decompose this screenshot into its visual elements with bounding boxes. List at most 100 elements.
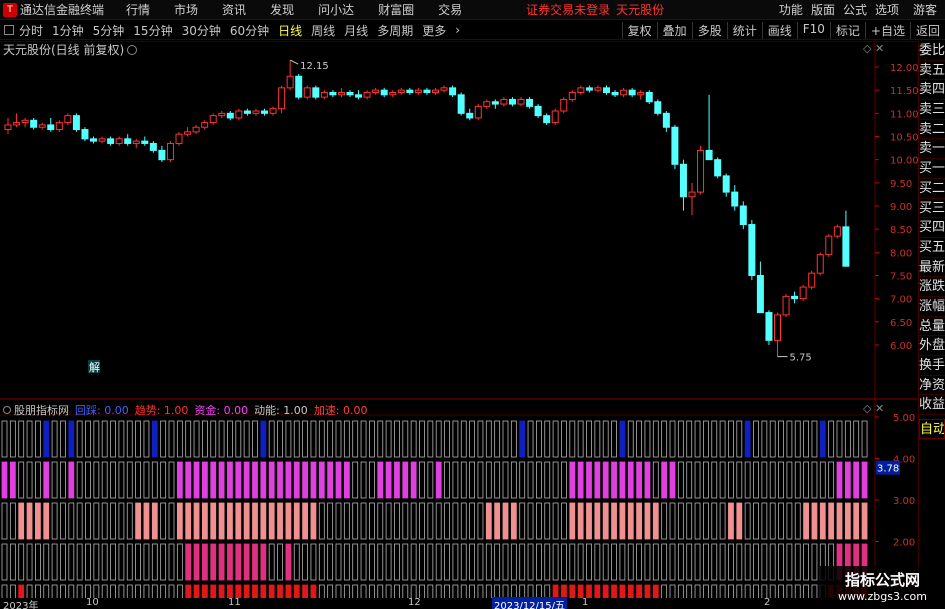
indicator-bar — [527, 502, 534, 540]
menu-faxian[interactable]: 发现 — [270, 1, 294, 18]
f10-button[interactable]: F10 — [796, 21, 830, 39]
period-15min[interactable]: 15分钟 — [133, 22, 172, 39]
indicator-bar — [210, 502, 217, 540]
indicator-bar — [410, 461, 417, 499]
sidebar-item[interactable]: 收益 — [919, 395, 945, 416]
sidebar-item[interactable]: 买二 — [919, 179, 945, 199]
indicator-bar — [110, 420, 116, 458]
indicator-bar — [652, 420, 659, 458]
candle-body — [4, 124, 12, 131]
date-label: 2 — [764, 597, 771, 608]
period-weekly[interactable]: 周线 — [311, 22, 335, 39]
sidebar-item[interactable]: 委比 — [919, 41, 945, 61]
indicator-bar — [644, 420, 651, 458]
period-monthly[interactable]: 月线 — [344, 22, 368, 39]
sidebar-item[interactable]: 外盘 — [919, 336, 945, 356]
indicator-bar — [536, 502, 542, 540]
indicator-bar — [360, 502, 367, 540]
period-5min[interactable]: 5分钟 — [93, 22, 125, 39]
indicator-bar — [243, 461, 250, 499]
kline-chart[interactable]: 12.00 11.50 11.00 10.50 10.00 9.50 9.00 8.50 8.0… — [0, 41, 918, 598]
sidebar-item[interactable]: 涨幅 — [919, 297, 945, 317]
candle-body — [799, 286, 807, 300]
add-watchlist-button[interactable]: +自选 — [864, 21, 910, 39]
tongji-button[interactable]: 统计 — [726, 21, 762, 39]
sidebar-item[interactable]: 买五 — [919, 238, 945, 258]
biaoji-button[interactable]: 标记 — [829, 21, 865, 39]
guest-button[interactable]: 游客 — [913, 1, 937, 18]
menu-caifuquan[interactable]: 财富圈 — [378, 1, 414, 18]
layout-icon[interactable] — [4, 25, 14, 35]
candle-body — [697, 149, 705, 193]
settings-circle-icon[interactable] — [127, 45, 138, 55]
sidebar-item[interactable]: 卖一 — [919, 139, 945, 160]
fuquan-button[interactable]: 复权 — [621, 21, 657, 39]
indicator-bar — [552, 461, 559, 499]
login-notice[interactable]: 证券交易未登录 — [526, 1, 610, 18]
menu-banmian[interactable]: 版面 — [811, 1, 835, 18]
stock-title: 天元股份(日线 前复权) — [3, 43, 125, 57]
indicator-bar — [126, 461, 133, 499]
sidebar-item[interactable]: 买三 — [919, 199, 945, 219]
candle-body — [637, 91, 645, 96]
sidebar-item[interactable]: 净资 — [919, 376, 945, 396]
menu-gongshi[interactable]: 公式 — [843, 1, 867, 18]
indicator-bar — [569, 461, 576, 499]
indicator-bar — [769, 543, 776, 581]
candle-body — [423, 89, 431, 93]
indicator-bar — [93, 461, 100, 499]
indicator-bar — [477, 502, 484, 540]
indicator-bar — [85, 420, 91, 458]
indicator-bar — [352, 420, 359, 458]
price-tick-label: 8.50 — [890, 225, 912, 236]
period-30min[interactable]: 30分钟 — [182, 22, 221, 39]
indicator-controls-icon[interactable]: ◇ ✕ — [863, 402, 884, 415]
indicator-bar — [644, 502, 651, 540]
menu-jiaoyi[interactable]: 交易 — [438, 1, 462, 18]
sidebar-item[interactable]: 买四 — [919, 218, 945, 238]
indicator-bar — [444, 543, 450, 581]
back-button[interactable]: 返回 — [909, 21, 945, 39]
period-1min[interactable]: 1分钟 — [52, 22, 84, 39]
sidebar-item[interactable]: 总量 — [919, 317, 945, 337]
indicator-bar — [761, 502, 768, 540]
period-daily[interactable]: 日线 — [278, 22, 302, 39]
indicator-bar — [285, 584, 292, 598]
indicator-bar — [677, 543, 684, 581]
sidebar-item[interactable]: 换手 — [919, 356, 945, 376]
sidebar-item[interactable]: 涨跌 — [919, 277, 945, 297]
menu-shichang[interactable]: 市场 — [174, 1, 198, 18]
period-more[interactable]: 更多 — [422, 22, 446, 39]
indicator-gear-icon[interactable] — [3, 406, 11, 414]
sidebar-item[interactable]: 买一 — [919, 159, 945, 179]
menu-hangqing[interactable]: 行情 — [126, 1, 150, 18]
indicator-bar — [410, 502, 417, 540]
indicator-bar — [552, 502, 559, 540]
menu-gongneng[interactable]: 功能 — [779, 1, 803, 18]
diejia-button[interactable]: 叠加 — [656, 21, 692, 39]
indicator-bar — [35, 420, 41, 458]
indicator-bar — [736, 502, 743, 540]
chevron-right-icon[interactable]: › — [455, 23, 460, 37]
indicator-bar — [853, 420, 860, 458]
indicator-bar — [335, 584, 342, 598]
auto-button[interactable]: 自动 — [919, 419, 945, 439]
panel-controls-icon[interactable]: ◇ ✕ — [863, 42, 884, 55]
indicator-bar — [310, 461, 317, 499]
period-multi[interactable]: 多周期 — [377, 22, 413, 39]
huaxian-button[interactable]: 画线 — [761, 21, 797, 39]
candle-body — [808, 272, 816, 288]
period-fenshi[interactable]: 分时 — [19, 22, 43, 39]
menu-wenxiaoda[interactable]: 问小达 — [318, 1, 354, 18]
sidebar-item[interactable]: 卖五 — [919, 61, 945, 81]
candle-body — [269, 108, 277, 114]
period-60min[interactable]: 60分钟 — [230, 22, 269, 39]
duogu-button[interactable]: 多股 — [691, 21, 727, 39]
menu-xuanxiang[interactable]: 选项 — [875, 1, 899, 18]
menu-zixun[interactable]: 资讯 — [222, 1, 246, 18]
indicator-bar — [368, 584, 375, 598]
sidebar-item[interactable]: 最新 — [919, 258, 945, 278]
sidebar-item[interactable]: 卖四 — [919, 80, 945, 101]
sidebar-item[interactable]: 卖二 — [919, 120, 945, 140]
sidebar-item[interactable]: 卖三 — [919, 100, 945, 120]
